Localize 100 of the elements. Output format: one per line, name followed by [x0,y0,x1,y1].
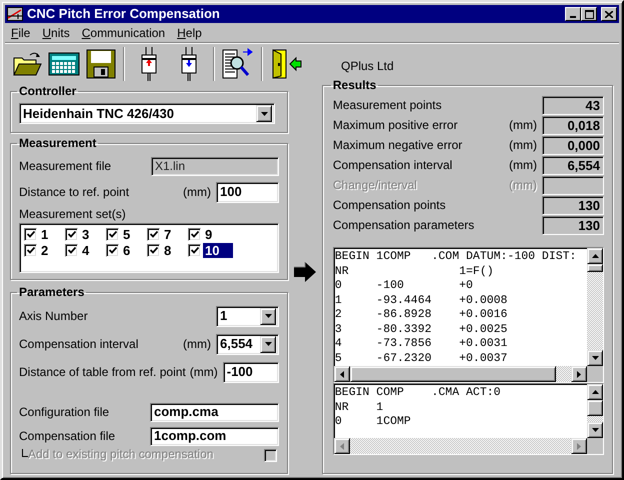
unit-label: (mm) [188,364,218,381]
measurement-file-field: X1.lin [151,156,279,176]
checkbox[interactable] [106,244,119,256]
close-button[interactable] [601,7,617,21]
open-folder-icon [12,50,42,78]
dropdown-button[interactable] [260,308,276,324]
set-label[interactable]: 5 [121,226,132,242]
result-value: 0,000 [542,136,604,154]
scrollbar-corner [587,438,603,454]
set-label[interactable]: 2 [39,242,50,258]
preview-button[interactable] [222,47,254,81]
field-label: Axis Number [19,308,88,325]
unit-label: (mm) [508,137,537,154]
horizontal-scrollbar[interactable] [334,366,587,382]
open-button[interactable] [12,50,42,78]
checkbox[interactable] [24,228,37,240]
listing-line: 0 1COMP [334,415,412,430]
check-icon [108,246,116,254]
combo-value: Heidenhain TNC 426/430 [23,104,174,123]
calculator-button[interactable] [48,51,80,77]
checkbox[interactable] [65,244,78,256]
scroll-down-button[interactable] [587,422,603,438]
text-input[interactable]: 1comp.com [150,426,279,446]
scroll-thumb[interactable] [587,400,603,416]
set-label[interactable]: 4 [80,242,92,258]
save-button[interactable] [86,49,116,79]
check-icon [68,246,76,254]
down-arrow-icon [264,342,272,346]
result-label: Change/interval [332,177,417,194]
result-label: Compensation points [332,197,446,214]
result-label: Measurement points [332,97,442,114]
set-label[interactable]: 8 [162,242,174,258]
check-icon [150,246,158,254]
scroll-up-button[interactable] [587,248,603,264]
set-label[interactable]: 6 [121,242,132,258]
listing-line: 4 -73.7856 +0.0031 [334,337,508,352]
send-button[interactable] [179,47,199,81]
result-label: Maximum negative error [332,137,462,154]
listing-line: 2 -86.8928 +0.0016 [334,308,508,322]
scroll-track[interactable] [587,416,603,422]
vertical-scrollbar[interactable] [587,384,603,438]
company-name: QPlus Ltd [341,58,394,75]
set-label[interactable]: 10 [203,242,234,258]
document-magnifier-icon [222,47,254,81]
checkbox[interactable] [24,244,37,256]
checkbox[interactable] [106,228,119,240]
dropdown-button[interactable] [256,105,272,122]
receive-button[interactable] [139,47,159,81]
checkbox[interactable] [65,228,78,240]
close-icon [605,10,613,18]
right-arrow-icon [577,442,581,450]
tree-connector-line [22,448,28,456]
exit-button[interactable] [270,48,302,80]
scroll-left-button[interactable] [334,366,350,382]
maximize-button[interactable] [581,7,597,21]
listing-line: NR 1 [334,400,384,415]
combo-value: 6,554 [220,335,253,354]
dropdown[interactable]: 1 [216,306,279,326]
dropdown[interactable]: 6,554 [216,334,279,354]
text-input[interactable]: comp.cma [150,402,279,422]
checkbox[interactable] [147,244,160,256]
vertical-scrollbar[interactable] [587,248,603,366]
menu-item[interactable]: Units [36,24,76,42]
checkbox[interactable] [147,228,160,240]
listing-line: NR 1=F() [334,264,495,279]
dropdown-button[interactable] [260,336,276,352]
plug-down-arrow-icon [179,47,199,81]
scroll-thumb[interactable] [587,264,603,272]
distance-input[interactable]: 100 [216,182,279,202]
controller-dropdown[interactable]: Heidenhain TNC 426/430 [19,103,275,124]
scroll-down-button[interactable] [587,350,603,366]
door-arrow-icon [270,48,302,80]
set-label[interactable]: 3 [80,226,92,242]
menu-item[interactable]: Help [171,24,208,42]
set-label[interactable]: 9 [203,226,214,242]
result-value: 0,018 [542,116,604,134]
menu-item[interactable]: File [5,24,36,42]
scroll-right-button[interactable] [571,366,587,382]
down-arrow-icon [264,314,272,318]
set-label[interactable]: 1 [39,226,50,242]
check-icon [150,230,158,238]
checkbox[interactable] [188,228,201,240]
group-title: Results [332,79,378,91]
listing-line: BEGIN COMP .CMA ACT:0 [334,386,502,400]
unit-label: (mm) [508,157,537,174]
text-input[interactable]: -100 [222,362,279,382]
check-icon [26,230,34,238]
measurement-sets-list[interactable]: 1 2 3 4 5 6 7 8 9 10 [19,223,279,273]
check-icon [26,246,34,254]
menu-item[interactable]: Communication [76,24,172,42]
field-label: Measurement set(s) [19,206,127,223]
scroll-up-button[interactable] [587,384,603,400]
minimize-button[interactable] [565,7,581,21]
scroll-thumb[interactable] [350,366,556,382]
result-value [542,176,604,194]
scroll-right-button[interactable] [571,438,587,454]
scroll-track[interactable] [556,366,571,382]
checkbox[interactable] [188,244,201,256]
scroll-left-button[interactable] [334,438,350,454]
set-label[interactable]: 7 [162,226,174,242]
